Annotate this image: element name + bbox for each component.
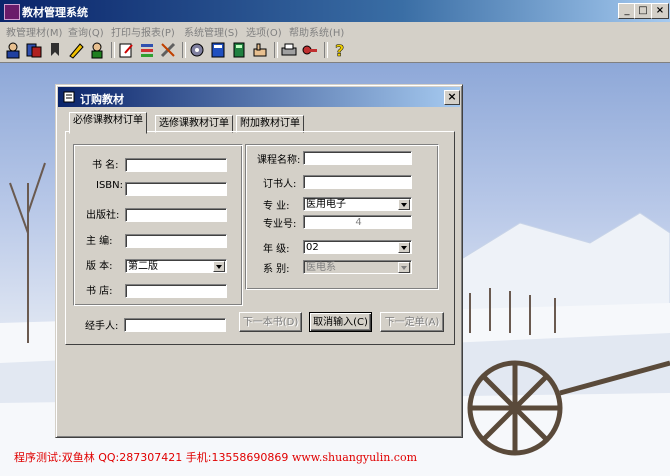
major-no-input[interactable]: 4 xyxy=(303,215,412,229)
app-titlebar[interactable]: 教材管理系统 _ □ × xyxy=(0,0,670,22)
tab-required-course[interactable]: 必修课教材订单 xyxy=(69,112,147,134)
tools-icon[interactable] xyxy=(159,41,177,59)
calculator-icon[interactable] xyxy=(230,41,248,59)
printer-icon[interactable] xyxy=(280,41,298,59)
toolbar-separator xyxy=(324,42,328,58)
footer-info: 程序测试:双鱼林 QQ:287307421 手机:13558690869 www… xyxy=(14,449,417,465)
dept-label: 系 别: xyxy=(263,264,290,275)
footer-qq: QQ:287307421 xyxy=(98,451,183,464)
close-button[interactable]: × xyxy=(651,3,669,19)
bookstore-label: 书 店: xyxy=(86,286,113,297)
gear-icon[interactable] xyxy=(188,41,206,59)
grade-select[interactable]: 02 xyxy=(303,240,412,254)
edition-select-value: 第二版 xyxy=(128,261,158,272)
orderer-label: 订书人: xyxy=(263,179,297,190)
chevron-down-icon[interactable] xyxy=(398,199,410,210)
menu-bar: 教管理材(M) 查询(Q) 打印与报表(P) 系统管理(S) 选项(O) 帮助系… xyxy=(0,22,670,39)
handler-input[interactable] xyxy=(124,318,226,332)
dialog-close-button[interactable]: × xyxy=(444,90,460,105)
menu-item-options[interactable]: 选项(O) xyxy=(246,24,282,39)
toolbar: ? xyxy=(0,38,670,63)
dialog-titlebar[interactable]: 订购教材 × xyxy=(58,87,460,107)
menu-item-query[interactable]: 查询(Q) xyxy=(68,24,104,39)
major-label: 专 业: xyxy=(263,201,290,212)
users-icon[interactable] xyxy=(25,41,43,59)
book-name-input[interactable] xyxy=(125,158,227,172)
course-name-label: 课程名称: xyxy=(257,155,301,166)
pencil-icon[interactable] xyxy=(67,41,85,59)
maximize-button[interactable]: □ xyxy=(634,3,652,19)
person-icon[interactable] xyxy=(88,41,106,59)
dept-select[interactable]: 医电系 xyxy=(303,260,412,274)
next-order-button[interactable]: 下一定单(A) xyxy=(380,312,444,332)
menu-item-help[interactable]: 帮助系统(H) xyxy=(289,24,344,39)
toolbar-separator xyxy=(182,42,186,58)
editor-input[interactable] xyxy=(125,234,227,248)
toolbar-separator xyxy=(274,42,278,58)
major-select[interactable]: 医用电子 xyxy=(303,197,412,211)
tab-pane: 书 名: ISBN: 出版社: 主 编: 版 本: 第二版 书 店: 课程名称:… xyxy=(65,131,455,345)
isbn-label: ISBN: xyxy=(96,180,124,191)
course-name-input[interactable] xyxy=(303,151,412,165)
app-icon xyxy=(4,4,20,20)
hand-icon[interactable] xyxy=(251,41,269,59)
book-name-label: 书 名: xyxy=(92,160,119,171)
footer-phone: 手机:13558690869 xyxy=(185,451,289,464)
editor-label: 主 编: xyxy=(86,236,113,247)
isbn-input[interactable] xyxy=(125,182,227,196)
next-book-button[interactable]: 下一本书(D) xyxy=(239,312,302,332)
user-icon[interactable] xyxy=(4,41,22,59)
chevron-down-icon[interactable] xyxy=(398,242,410,253)
menu-item-print-report[interactable]: 打印与报表(P) xyxy=(111,24,175,39)
bookmark-icon[interactable] xyxy=(46,41,64,59)
grade-label: 年 级: xyxy=(263,244,290,255)
orderer-input[interactable] xyxy=(303,175,412,189)
document-edit-icon[interactable] xyxy=(117,41,135,59)
bookstore-input[interactable] xyxy=(125,284,227,298)
order-textbook-dialog: 订购教材 × 必修课教材订单 选修课教材订单 附加教材订单 书 名: ISBN:… xyxy=(55,84,463,438)
toolbar-separator xyxy=(111,42,115,58)
publisher-input[interactable] xyxy=(125,208,227,222)
cancel-input-button[interactable]: 取消输入(C) xyxy=(309,312,372,332)
edition-select[interactable]: 第二版 xyxy=(125,259,227,273)
dialog-icon xyxy=(63,91,75,103)
grade-select-value: 02 xyxy=(306,242,319,253)
book-icon[interactable] xyxy=(209,41,227,59)
chevron-down-icon[interactable] xyxy=(398,262,410,273)
footer-url: www.shuangyulin.com xyxy=(291,451,418,464)
key-icon[interactable] xyxy=(301,41,319,59)
major-no-label: 专业号: xyxy=(263,219,297,230)
app-title: 教材管理系统 xyxy=(22,6,88,19)
dept-select-value: 医电系 xyxy=(306,262,336,273)
footer-tester: 程序测试:双鱼林 xyxy=(14,451,95,464)
publisher-label: 出版社: xyxy=(86,210,120,221)
dialog-title: 订购教材 xyxy=(80,93,124,106)
svg-text:?: ? xyxy=(335,41,344,59)
list-icon[interactable] xyxy=(138,41,156,59)
help-icon[interactable]: ? xyxy=(330,41,348,59)
menu-item-textbook-manage[interactable]: 教管理材(M) xyxy=(6,24,62,39)
book-info-group: 书 名: ISBN: 出版社: 主 编: 版 本: 第二版 书 店: xyxy=(73,144,243,306)
edition-label: 版 本: xyxy=(86,261,113,272)
chevron-down-icon[interactable] xyxy=(213,261,225,272)
menu-item-system-manage[interactable]: 系统管理(S) xyxy=(184,24,238,39)
handler-label: 经手人: xyxy=(85,321,119,332)
course-info-group: 课程名称: 订书人: 专 业: 医用电子 专业号: 4 年 级: 02 系 别:… xyxy=(245,144,439,290)
major-select-value: 医用电子 xyxy=(306,199,346,210)
